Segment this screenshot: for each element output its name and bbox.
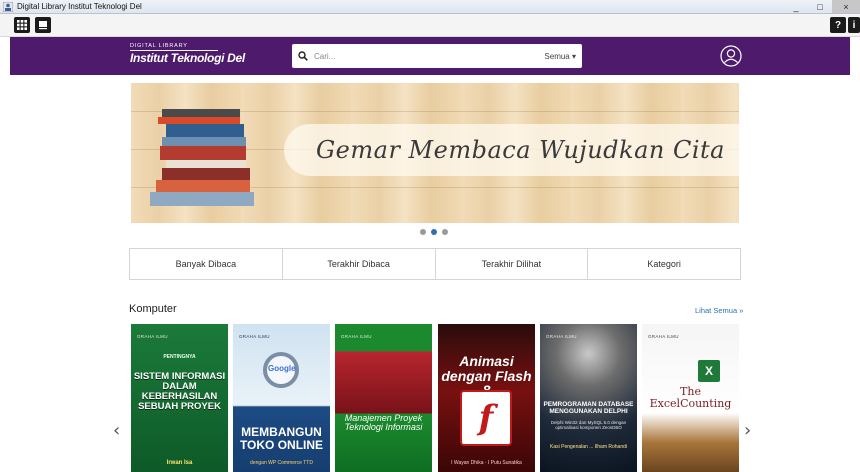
book-author: Irwan Isa (166, 460, 193, 466)
tab-terakhir-dibaca[interactable]: Terakhir Dibaca (283, 249, 436, 279)
book-icon[interactable] (35, 17, 51, 33)
book-publisher: GRAHA ILMU (648, 334, 679, 339)
book-title: SISTEM INFORMASI DALAM KEBERHASILAN SEBU… (133, 371, 226, 412)
book-cover[interactable]: Animasi dengan Flash 8 f I Wayan Dhika ·… (438, 324, 535, 472)
book-publisher: GRAHA ILMU (137, 334, 168, 339)
section-title: Komputer (129, 303, 177, 315)
book-cover[interactable]: GRAHA ILMU PEMROGRAMAN DATABASE MENGGUNA… (540, 324, 637, 472)
search-input[interactable] (314, 51, 545, 61)
search-bar: Semua ▾ (292, 44, 582, 68)
book-title: MEMBANGUN TOKO ONLINE (239, 425, 324, 452)
carousel-dot[interactable] (442, 229, 448, 235)
site-header: DIGITAL LIBRARY Institut Teknologi Del S… (10, 37, 850, 75)
site-logo[interactable]: DIGITAL LIBRARY Institut Teknologi Del (130, 43, 245, 65)
window-title: Digital Library Institut Teknologi Del (17, 2, 142, 11)
book-author: Kasi Pengenalan ... Ilham Rohandi (550, 444, 627, 450)
tab-terakhir-dilihat[interactable]: Terakhir Dilihat (436, 249, 589, 279)
search-icon[interactable] (292, 51, 314, 61)
book-publisher: GRAHA ILMU (239, 334, 270, 339)
maximize-button[interactable]: □ (808, 0, 832, 13)
logo-big-text: Institut Teknologi Del (130, 51, 245, 65)
carousel-next-icon[interactable]: › (744, 420, 751, 441)
carousel-dots (420, 229, 448, 235)
app-icon (3, 1, 13, 12)
tab-kategori[interactable]: Kategori (588, 249, 740, 279)
book-cover[interactable]: GRAHA ILMU Manajemen Proyek Teknologi In… (335, 324, 432, 472)
carousel-prev-icon[interactable]: ‹ (113, 420, 120, 441)
window-titlebar: Digital Library Institut Teknologi Del _… (0, 0, 860, 14)
book-title: The ExcelCounting (649, 385, 732, 410)
app-toolbar: ? i (0, 14, 860, 37)
book-cover[interactable]: GRAHA ILMU Google MEMBANGUN TOKO ONLINE … (233, 324, 330, 472)
category-tabs: Banyak Dibaca Terakhir Dibaca Terakhir D… (129, 248, 741, 280)
help-icon[interactable]: ? (830, 17, 846, 33)
logo-small-text: DIGITAL LIBRARY (130, 43, 218, 51)
minimize-button[interactable]: _ (784, 0, 808, 13)
grid-icon[interactable] (14, 17, 30, 33)
book-title: Manajemen Proyek Teknologi Informasi (344, 413, 423, 433)
book-publisher: GRAHA ILMU (341, 334, 372, 339)
book-author: I Wayan Dhika · I Putu Sunatika (451, 460, 522, 466)
hero-banner[interactable]: Gemar Membaca Wujudkan Cita (131, 83, 739, 223)
book-carousel: GRAHA ILMU PENTINGNYA SISTEM INFORMASI D… (131, 324, 739, 472)
book-subtitle: Delphi Win32 dan MySQL 5.0 dengan optima… (550, 420, 627, 430)
book-cover[interactable]: GRAHA ILMU PENTINGNYA SISTEM INFORMASI D… (131, 324, 228, 472)
book-cover[interactable]: GRAHA ILMU X The ExcelCounting (642, 324, 739, 472)
banner-slogan: Gemar Membaca Wujudkan Cita (316, 136, 725, 164)
search-scope-dropdown[interactable]: Semua ▾ (544, 52, 576, 61)
book-publisher: GRAHA ILMU (546, 334, 577, 339)
see-all-link[interactable]: Lihat Semua » (695, 306, 743, 315)
book-subtitle: PENTINGNYA (163, 354, 196, 360)
book-title: PEMROGRAMAN DATABASE MENGGUNAKAN DELPHI (543, 401, 634, 415)
book-stack-illustration (150, 109, 254, 206)
close-button[interactable]: × (832, 0, 860, 13)
excel-logo-icon: X (698, 360, 720, 382)
info-icon[interactable]: i (848, 17, 860, 33)
carousel-dot[interactable] (420, 229, 426, 235)
user-account-icon[interactable] (720, 45, 742, 67)
book-subtitle: dengan WP Commerce TTD (250, 460, 313, 466)
carousel-dot-active[interactable] (431, 229, 437, 235)
google-logo-text: Google (268, 364, 296, 373)
flash-logo-icon: f (460, 390, 512, 446)
tab-banyak-dibaca[interactable]: Banyak Dibaca (130, 249, 283, 279)
